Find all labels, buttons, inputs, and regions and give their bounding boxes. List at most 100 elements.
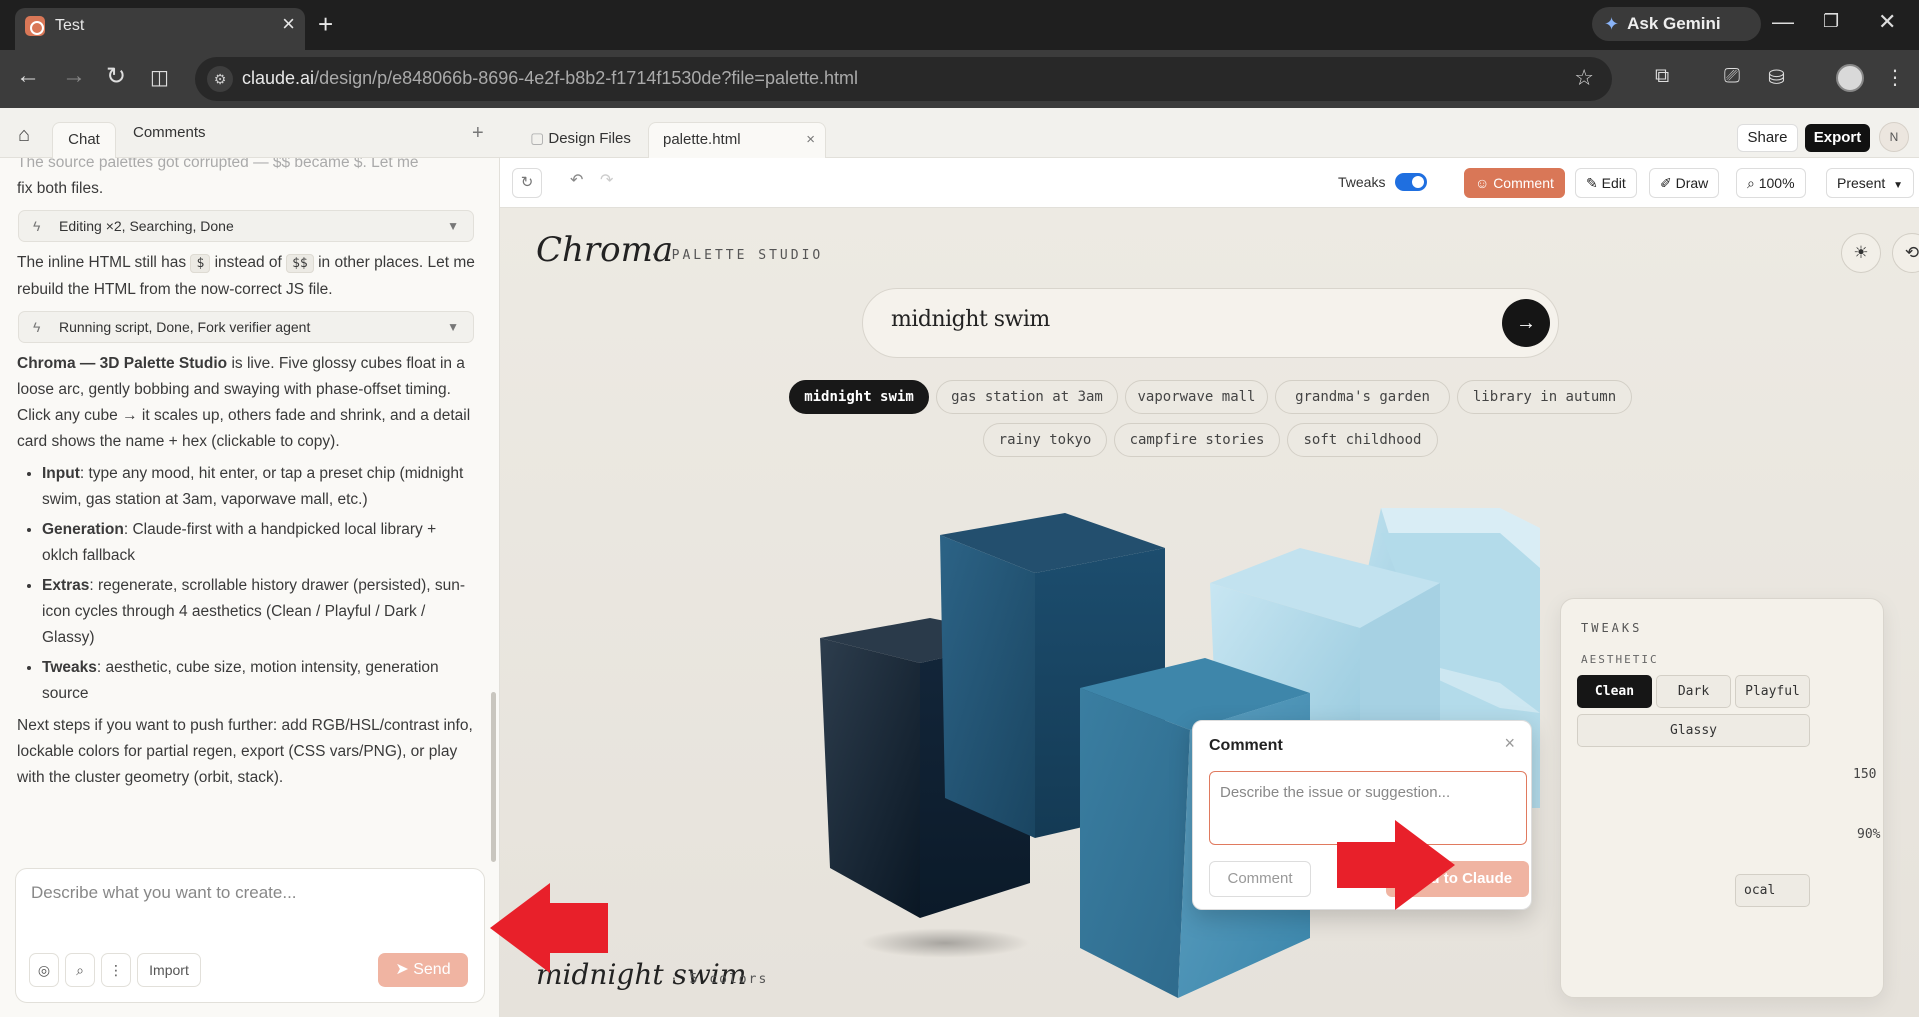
tool-call-pill[interactable]: ϟ Editing ×2, Searching, Done ▼ xyxy=(18,210,474,242)
home-icon[interactable]: ⌂ xyxy=(18,124,30,147)
tab-comments[interactable]: Comments xyxy=(133,124,206,141)
incognito-icon[interactable]: ⛁ xyxy=(1768,65,1785,90)
generate-arrow-button[interactable]: → xyxy=(1502,299,1550,347)
aesthetic-label: AESTHETIC xyxy=(1581,653,1659,666)
ask-gemini-label: Ask Gemini xyxy=(1627,14,1721,33)
bookmark-star-icon[interactable]: ☆ xyxy=(1574,65,1594,91)
aesthetic-playful-button[interactable]: Playful xyxy=(1735,675,1810,708)
preset-chip[interactable]: gas station at 3am xyxy=(936,380,1118,414)
chat-scrollbar[interactable] xyxy=(491,692,496,862)
share-button[interactable]: Share xyxy=(1737,124,1798,152)
close-file-tab-icon[interactable]: × xyxy=(806,123,815,157)
url-field[interactable]: ⚙ claude.ai/design/p/e848066b-8696-4e2f-… xyxy=(195,57,1612,101)
send-label: Send xyxy=(413,961,451,978)
aesthetic-glassy-button[interactable]: Glassy xyxy=(1577,714,1810,747)
refresh-icon[interactable]: ↻ xyxy=(512,168,542,198)
send-button[interactable]: ➤ Send xyxy=(378,953,468,987)
bolt-icon: ϟ xyxy=(33,218,41,234)
new-chat-plus-icon[interactable]: + xyxy=(472,122,484,145)
list-item: Input: type any mood, hit enter, or tap … xyxy=(42,461,475,513)
preset-chip[interactable]: soft childhood xyxy=(1287,423,1438,457)
file-icon: ▢ xyxy=(530,130,545,147)
source-local-button[interactable]: ocal xyxy=(1735,874,1810,907)
tool-call-label: Editing ×2, Searching, Done xyxy=(59,218,234,234)
ask-gemini-button[interactable]: ✦ Ask Gemini xyxy=(1592,7,1761,41)
tab-chat[interactable]: Chat xyxy=(52,122,116,158)
export-button[interactable]: Export xyxy=(1805,124,1870,152)
voice-waveform-icon[interactable]: ⋮ xyxy=(101,953,131,987)
sun-aesthetic-icon[interactable]: ☀ xyxy=(1841,233,1881,273)
magnifier-icon: ⌕ xyxy=(1747,175,1755,191)
url-text: claude.ai/design/p/e848066b-8696-4e2f-b8… xyxy=(242,68,858,88)
gemini-star-icon: ✦ xyxy=(1604,13,1620,34)
back-icon[interactable]: ← xyxy=(16,62,40,90)
forward-icon[interactable]: → xyxy=(62,62,86,90)
chat-text: The inline HTML still has $ instead of $… xyxy=(17,254,475,298)
list-item: Extras: regenerate, scrollable history d… xyxy=(42,573,475,651)
chat-panel: ⌂ Chat Comments + The source palettes go… xyxy=(0,108,500,1017)
close-tab-icon[interactable]: × xyxy=(282,11,295,37)
cast-icon[interactable]: ⎚ xyxy=(1724,65,1740,88)
preset-chip[interactable]: library in autumn xyxy=(1457,380,1632,414)
preset-chip[interactable]: vaporwave mall xyxy=(1125,380,1268,414)
import-button[interactable]: Import xyxy=(137,953,201,987)
tweaks-title: TWEAKS xyxy=(1581,621,1643,635)
undo-icon[interactable]: ↶ xyxy=(570,170,583,190)
preset-chip[interactable]: midnight swim xyxy=(789,380,929,414)
present-dropdown[interactable]: Present ▼ xyxy=(1826,168,1915,198)
list-item: Tweaks: aesthetic, cube size, motion int… xyxy=(42,655,475,707)
comment-bubble-icon: ☺ xyxy=(1475,175,1490,191)
composer-placeholder: Describe what you want to create... xyxy=(31,883,297,902)
tool-call-pill[interactable]: ϟ Running script, Done, Fork verifier ag… xyxy=(18,311,474,343)
chat-text: Chroma — 3D Palette Studio is live. Five… xyxy=(17,355,471,450)
draw-button[interactable]: ✐ Draw xyxy=(1649,168,1720,198)
chevron-down-icon: ▼ xyxy=(447,219,459,233)
search-value: midnight swim xyxy=(891,307,1050,332)
window-close-icon[interactable]: ✕ xyxy=(1878,9,1896,35)
design-toolbar: ↻ ↶ ↷ Tweaks ☺ Comment ✎ Edit ✐ Draw ⌕ 1… xyxy=(500,158,1919,208)
design-panel: ▢ Design Files palette.html × Share Expo… xyxy=(500,108,1919,1017)
app: ⌂ Chat Comments + The source palettes go… xyxy=(0,108,1919,1017)
chevron-down-icon: ▼ xyxy=(447,320,459,334)
send-arrow-icon: ➤ xyxy=(395,961,409,978)
restore-icon[interactable]: ❐ xyxy=(1823,11,1839,32)
popup-title: Comment xyxy=(1209,737,1283,754)
feature-list: Input: type any mood, hit enter, or tap … xyxy=(0,461,492,707)
extensions-icon[interactable]: ⧉ xyxy=(1655,65,1669,88)
user-avatar[interactable]: N xyxy=(1879,122,1909,152)
site-info-icon[interactable]: ⚙ xyxy=(207,66,233,92)
history-icon[interactable]: ⟲ xyxy=(1892,233,1919,273)
preset-chip[interactable]: campfire stories xyxy=(1114,423,1280,457)
browser-tab[interactable]: Test × xyxy=(15,8,305,50)
tab-design-files[interactable]: ▢ Design Files xyxy=(530,122,638,158)
preset-chip[interactable]: grandma's garden xyxy=(1275,380,1450,414)
close-popup-icon[interactable]: × xyxy=(1504,733,1515,754)
file-tabs: ▢ Design Files palette.html × Share Expo… xyxy=(500,108,1919,158)
preset-chip[interactable]: rainy tokyo xyxy=(983,423,1107,457)
red-arrow-right-icon xyxy=(1337,820,1455,910)
palette-count: · 5 colors xyxy=(670,972,769,987)
comment-placeholder: Describe the issue or suggestion... xyxy=(1220,784,1451,801)
attach-paperclip-icon[interactable]: ⌕ xyxy=(65,953,95,987)
redo-icon[interactable]: ↷ xyxy=(600,170,613,190)
tweaks-toggle[interactable] xyxy=(1395,173,1427,191)
settings-icon[interactable]: ◎ xyxy=(29,953,59,987)
comment-button[interactable]: Comment xyxy=(1209,861,1311,897)
chat-composer[interactable]: Describe what you want to create... ◎ ⌕ … xyxy=(15,868,485,1003)
comment-mode-button[interactable]: ☺ Comment xyxy=(1464,168,1565,198)
browser-tabbar: Test × + ✦ Ask Gemini — ❐ ✕ xyxy=(0,0,1919,50)
menu-kebab-icon[interactable]: ⋮ xyxy=(1885,65,1905,90)
app-subtitle: · PALETTE STUDIO xyxy=(650,248,824,263)
profile-avatar[interactable] xyxy=(1836,64,1864,92)
mood-search-input[interactable]: midnight swim → xyxy=(862,288,1559,358)
edit-button[interactable]: ✎ Edit xyxy=(1575,168,1637,198)
aesthetic-clean-button[interactable]: Clean xyxy=(1577,675,1652,708)
motion-intensity-value: 90% xyxy=(1857,827,1881,842)
new-tab-icon[interactable]: + xyxy=(318,9,333,40)
minimize-icon[interactable]: — xyxy=(1772,9,1794,35)
reload-icon[interactable]: ↻ xyxy=(106,62,126,91)
tab-palette-html[interactable]: palette.html × xyxy=(648,122,826,158)
aesthetic-dark-button[interactable]: Dark xyxy=(1656,675,1731,708)
split-view-icon[interactable]: ◫ xyxy=(150,65,169,90)
zoom-button[interactable]: ⌕ 100% xyxy=(1736,168,1806,198)
